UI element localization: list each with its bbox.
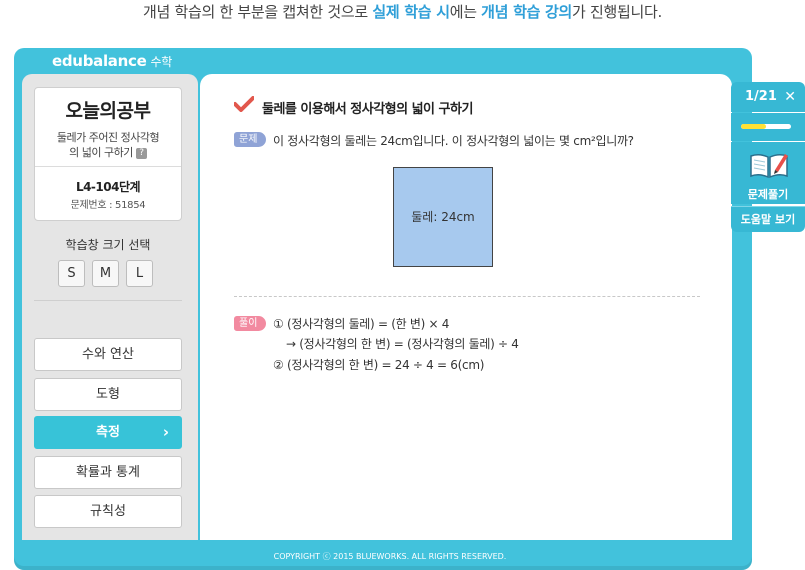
menu-item-label: 도형 (96, 387, 120, 402)
chevron-right-icon: › (162, 423, 169, 441)
menu-item-label: 규칙성 (90, 504, 126, 519)
problem-counter: 1/21 ✕ (731, 82, 805, 112)
checkmark-icon (234, 96, 254, 112)
menu-item-probability-statistics[interactable]: 확률과 통계 (34, 456, 182, 489)
page-caption: 개념 학습의 한 부분을 캡쳐한 것으로 실제 학습 시에는 개념 학습 강의가… (0, 0, 805, 26)
menu-item-label: 수와 연산 (82, 347, 134, 362)
square-figure: 둘레: 24cm (393, 167, 493, 267)
menu-item-measurement[interactable]: 측정 › (34, 416, 182, 449)
caption-text: 가 진행됩니다. (572, 3, 662, 21)
caption-text: 에는 (449, 3, 482, 21)
problem-title: 둘레를 이용해서 정사각형의 넓이 구하기 (262, 102, 473, 117)
solution-line-2: → (정사각형의 한 변) = (정사각형의 둘레) ÷ 4 (286, 337, 519, 351)
size-select-label: 학습창 크기 선택 (65, 238, 151, 252)
size-s-button[interactable]: S (58, 260, 85, 287)
today-desc-line: 의 넓이 구하기 (69, 146, 133, 159)
solution-line-1: ① (정사각형의 둘레) = (한 변) × 4 (273, 317, 450, 331)
question-tag: 문제 (234, 132, 267, 147)
menu-item-number-operation[interactable]: 수와 연산 (34, 338, 182, 371)
brand-logo: edubalance 수학 (52, 52, 172, 70)
size-m-button[interactable]: M (92, 260, 119, 287)
today-description: 둘레가 주어진 정사각형 의 넓이 구하기 ? (35, 130, 181, 160)
caption-highlight-lecture: 개념 학습 강의 (481, 3, 573, 21)
menu-item-patterns[interactable]: 규칙성 (34, 495, 182, 528)
size-l-button[interactable]: L (126, 260, 153, 287)
help-question-icon[interactable]: ? (135, 147, 147, 159)
counter-text: 1/21 (745, 89, 777, 104)
solution-line-3: ② (정사각형의 한 변) = 24 ÷ 4 = 6(cm) (273, 358, 485, 372)
today-study-box: 오늘의공부 둘레가 주어진 정사각형 의 넓이 구하기 ? L4-104단계 문… (34, 87, 182, 221)
menu-item-label: 확률과 통계 (76, 465, 140, 480)
question-text: 이 정사각형의 둘레는 24cm입니다. 이 정사각형의 넓이는 몇 cm²입니… (273, 134, 634, 148)
menu-item-geometry[interactable]: 도형 (34, 378, 182, 411)
close-icon[interactable]: ✕ (784, 82, 796, 112)
brand-name: edubalance (52, 52, 147, 70)
today-title: 오늘의공부 (65, 100, 151, 122)
book-pencil-icon (750, 153, 788, 179)
solve-problems-label: 문제풀기 (747, 188, 789, 201)
today-desc-line: 둘레가 주어진 정사각형 (56, 131, 160, 144)
menu-item-label: 측정 (96, 425, 120, 440)
divider (234, 296, 700, 297)
problem-number: 문제번호 : 51854 (70, 200, 146, 211)
divider (34, 300, 182, 301)
caption-highlight-real-study: 실제 학습 시 (372, 3, 450, 21)
help-button[interactable]: 도움말 보기 (731, 206, 805, 232)
caption-text: 개념 학습의 한 부분을 캡쳐한 것으로 (143, 3, 373, 21)
progress-fill (741, 124, 766, 129)
divider (35, 166, 181, 167)
copyright-text: COPYRIGHT ⓒ 2015 BLUEWORKS. ALL RIGHTS R… (273, 552, 507, 561)
level-label: L4-104단계 (75, 180, 141, 194)
brand-subject: 수학 (150, 55, 172, 69)
solution-tag: 풀이 (234, 316, 267, 331)
